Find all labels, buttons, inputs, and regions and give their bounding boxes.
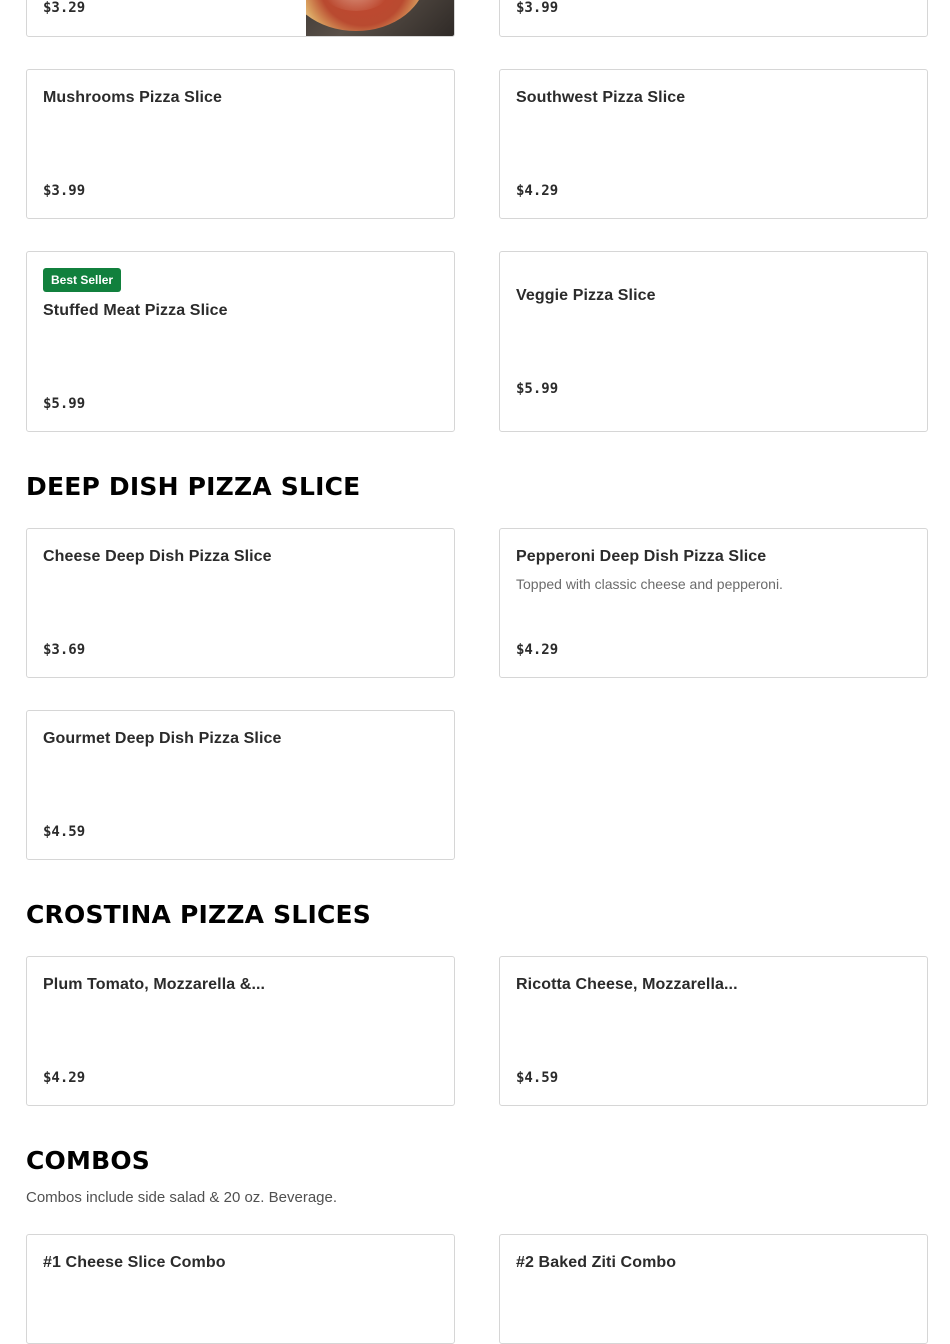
item-name: Stuffed Meat Pizza Slice xyxy=(43,302,228,319)
item-price: $4.59 xyxy=(43,824,86,840)
item-price: $3.69 xyxy=(43,642,86,658)
item-price: $5.99 xyxy=(516,381,559,397)
menu-item-card[interactable]: Best Seller Stuffed Meat Pizza Slice $5.… xyxy=(26,251,455,432)
item-price: $4.29 xyxy=(516,183,559,199)
menu-item-card[interactable]: Plum Tomato, Mozzarella &... $4.29 xyxy=(26,956,455,1106)
item-name: #2 Baked Ziti Combo xyxy=(516,1254,677,1271)
section-note: Combos include side salad & 20 oz. Bever… xyxy=(26,1189,338,1206)
menu-item-card[interactable]: Veggie Pizza Slice $5.99 xyxy=(499,251,928,432)
menu-item-card[interactable]: Pepperoni Deep Dish Pizza Slice Topped w… xyxy=(499,528,928,678)
item-price: $3.99 xyxy=(43,183,86,199)
menu-item-card[interactable]: Cheese Deep Dish Pizza Slice $3.69 xyxy=(26,528,455,678)
item-price: $4.59 xyxy=(516,1070,559,1086)
item-name: Mushrooms Pizza Slice xyxy=(43,89,223,106)
item-name: #1 Cheese Slice Combo xyxy=(43,1254,226,1271)
menu-item-card[interactable]: Ricotta Cheese, Mozzarella... $4.59 xyxy=(499,956,928,1106)
item-price: $3.29 xyxy=(43,0,86,16)
item-price: $4.29 xyxy=(43,1070,86,1086)
section-title-deep-dish: DEEP DISH PIZZA SLICE xyxy=(26,472,361,501)
item-price: $4.29 xyxy=(516,642,559,658)
item-name: Plum Tomato, Mozzarella &... xyxy=(43,976,266,993)
menu-item-card[interactable]: Gourmet Deep Dish Pizza Slice $4.59 xyxy=(26,710,455,860)
item-name: Gourmet Deep Dish Pizza Slice xyxy=(43,730,282,747)
item-name: Southwest Pizza Slice xyxy=(516,89,686,106)
best-seller-badge: Best Seller xyxy=(43,268,122,292)
item-name: Veggie Pizza Slice xyxy=(516,287,656,304)
item-description: Topped with classic cheese and pepperoni… xyxy=(516,576,783,592)
pizza-photo-icon xyxy=(306,0,454,36)
menu-item-card[interactable]: $3.29 xyxy=(26,0,455,37)
item-name: Pepperoni Deep Dish Pizza Slice xyxy=(516,548,767,565)
section-title-crostina: CROSTINA PIZZA SLICES xyxy=(26,900,371,929)
menu-item-card[interactable]: #2 Baked Ziti Combo xyxy=(499,1234,928,1344)
item-price: $5.99 xyxy=(43,396,86,412)
menu-item-card[interactable]: Mushrooms Pizza Slice $3.99 xyxy=(26,69,455,219)
menu-item-card[interactable]: Southwest Pizza Slice $4.29 xyxy=(499,69,928,219)
item-name: Cheese Deep Dish Pizza Slice xyxy=(43,548,272,565)
menu-item-card[interactable]: $3.99 xyxy=(499,0,928,37)
item-name: Ricotta Cheese, Mozzarella... xyxy=(516,976,738,993)
item-price: $3.99 xyxy=(516,0,559,16)
section-title-combos: COMBOS xyxy=(26,1146,150,1175)
menu-item-card[interactable]: #1 Cheese Slice Combo xyxy=(26,1234,455,1344)
